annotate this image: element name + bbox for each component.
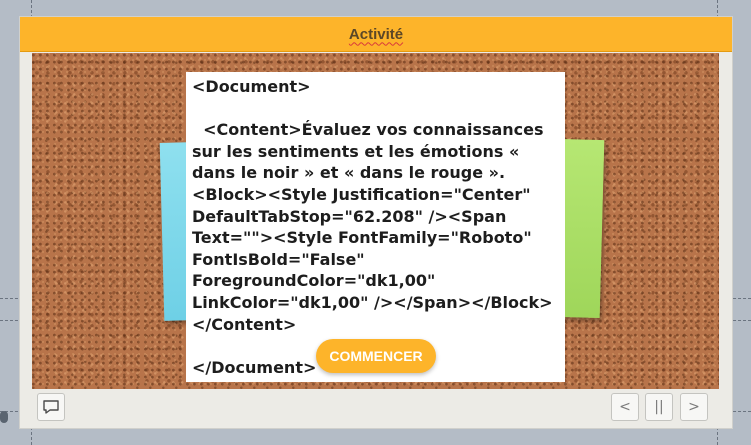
start-button[interactable]: COMMENCER bbox=[316, 339, 436, 373]
next-button[interactable]: > bbox=[680, 393, 708, 421]
content-text[interactable]: <Document> <Content>Évaluez vos connaiss… bbox=[192, 76, 558, 378]
content-card[interactable]: <Document> <Content>Évaluez vos connaiss… bbox=[186, 72, 565, 382]
pause-icon: || bbox=[654, 399, 664, 415]
side-handle bbox=[0, 411, 8, 423]
chevron-left-icon: < bbox=[619, 399, 631, 415]
title-bar: Activité bbox=[20, 17, 732, 52]
speech-bubble-icon bbox=[43, 400, 59, 414]
player-controls: < || > bbox=[33, 393, 715, 425]
notes-button[interactable] bbox=[37, 393, 65, 421]
previous-button[interactable]: < bbox=[611, 393, 639, 421]
page-title: Activité bbox=[348, 25, 404, 43]
pause-button[interactable]: || bbox=[645, 393, 673, 421]
chevron-right-icon: > bbox=[688, 399, 700, 415]
